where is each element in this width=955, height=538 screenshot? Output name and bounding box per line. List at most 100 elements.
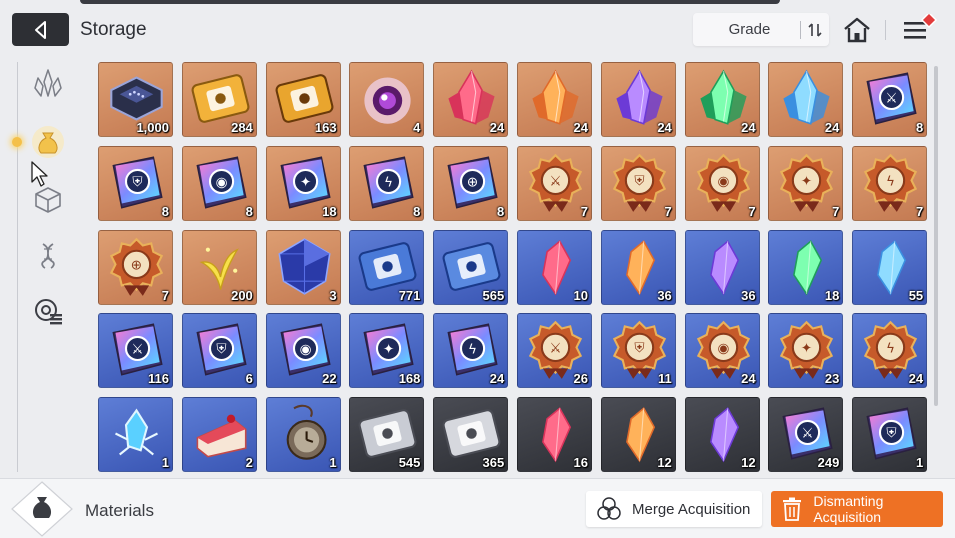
inventory-slot[interactable]: ϟ7 — [852, 145, 928, 221]
item-quantity: 8 — [413, 203, 421, 219]
svg-text:✦: ✦ — [801, 341, 812, 357]
item-quantity: 16 — [573, 455, 588, 471]
inventory-slot[interactable]: ϟ 24 — [433, 313, 509, 389]
inventory-slot[interactable]: ◉ 8 — [181, 145, 257, 221]
bolt-medal-icon: ϟ — [864, 153, 918, 212]
inventory-slot[interactable]: ✦ 18 — [265, 145, 341, 221]
grid-scrollbar[interactable] — [934, 66, 938, 406]
inventory-slot[interactable]: ⚔ 7 — [516, 145, 592, 221]
home-icon[interactable] — [842, 16, 872, 44]
inventory-slot[interactable]: 24 — [684, 62, 760, 137]
item-quantity: 168 — [398, 371, 421, 387]
inventory-slot[interactable]: 36 — [684, 229, 760, 305]
item-grid: 1,000 284 163 4 24 24 24 24 24 ⚔ 8 ⛨ 8 ◉ 8 ✦ 18 ϟ 8 ⊕ 8 ⚔ 7 ⛨ 7 ◉… — [98, 62, 928, 473]
inventory-slot[interactable]: 200 — [181, 229, 257, 305]
menu-icon[interactable] — [902, 11, 942, 44]
category-label: Materials — [85, 501, 154, 520]
inventory-slot[interactable]: 24 — [600, 62, 676, 137]
inventory-slot[interactable]: 24 — [516, 62, 592, 137]
inventory-slot[interactable]: ⚔ 116 — [98, 313, 173, 389]
inventory-slot[interactable]: 18 — [768, 229, 844, 305]
inventory-slot[interactable]: 24 — [433, 62, 509, 137]
sidebar-item-badge[interactable] — [30, 294, 66, 330]
inventory-slot[interactable]: 55 — [852, 229, 928, 305]
item-quantity: 1,000 — [136, 120, 169, 135]
inventory-slot[interactable]: ⚔ 249 — [768, 397, 844, 473]
item-quantity: 200 — [231, 287, 253, 303]
crystal-cluster-icon — [34, 69, 62, 97]
item-quantity: 23 — [824, 371, 840, 387]
target-book-icon: ⊕ — [447, 156, 498, 209]
inventory-slot[interactable]: 2 — [181, 397, 257, 473]
inventory-slot[interactable]: ⊕ 8 — [433, 145, 509, 221]
item-quantity: 24 — [741, 371, 756, 387]
inventory-slot[interactable]: 1,000 — [98, 62, 173, 137]
grade-sort-button[interactable]: Grade — [693, 13, 829, 46]
svg-text:⊕: ⊕ — [467, 174, 478, 190]
inventory-slot[interactable]: ⛨ 8 — [98, 145, 173, 221]
sort-order-icon[interactable] — [801, 22, 829, 38]
item-quantity: 8 — [496, 203, 505, 219]
active-indicator-dot — [12, 137, 22, 147]
blue-cube-gem-icon — [278, 237, 331, 295]
back-button[interactable] — [12, 13, 69, 46]
inventory-slot[interactable]: 365 — [433, 397, 509, 473]
sidebar-item-crystals[interactable] — [30, 66, 66, 102]
item-quantity: 7 — [664, 203, 672, 219]
eye-book-icon: ◉ — [196, 156, 247, 209]
item-quantity: 24 — [908, 371, 924, 387]
inventory-slot[interactable]: ⛨ 6 — [181, 313, 257, 389]
inventory-slot[interactable]: 12 — [600, 397, 676, 473]
item-quantity: 24 — [489, 120, 505, 135]
inventory-slot[interactable]: ◉ 22 — [265, 313, 341, 389]
inventory-slot[interactable]: 771 — [349, 229, 425, 305]
inventory-slot[interactable]: ◉ 24 — [684, 313, 760, 389]
item-quantity: 12 — [741, 455, 756, 471]
wing-medal-icon: ✦ — [780, 153, 834, 212]
pocket-watch-icon — [286, 404, 327, 460]
item-quantity: 55 — [908, 287, 924, 303]
eye-medal-icon: ◉ — [696, 153, 750, 212]
inventory-slot[interactable]: ⛨ 1 — [852, 397, 928, 473]
inventory-slot[interactable]: ⚔ 8 — [852, 62, 928, 137]
inventory-slot[interactable]: ϟ 24 — [852, 313, 928, 389]
inventory-slot[interactable]: 4 — [349, 62, 425, 137]
item-quantity: 12 — [657, 455, 672, 471]
inventory-slot[interactable]: 565 — [433, 229, 509, 305]
inventory-slot[interactable]: 1 — [265, 397, 341, 473]
inventory-slot[interactable]: 3 — [265, 229, 341, 305]
top-strip — [80, 0, 780, 4]
inventory-slot[interactable]: 163 — [265, 62, 341, 137]
inventory-slot[interactable]: ✦ 7 — [768, 145, 844, 221]
merge-acquisition-button[interactable]: Merge Acquisition — [586, 491, 762, 527]
sidebar-item-dna[interactable] — [30, 238, 66, 274]
inventory-slot[interactable]: 16 — [516, 397, 592, 473]
inventory-slot[interactable]: ⛨ 7 — [600, 145, 676, 221]
trash-icon — [771, 497, 813, 521]
svg-text:ϟ: ϟ — [886, 341, 895, 357]
item-quantity: 771 — [398, 287, 421, 303]
inventory-slot[interactable]: 284 — [181, 62, 257, 137]
item-quantity: 11 — [658, 371, 672, 387]
inventory-slot[interactable]: 36 — [600, 229, 676, 305]
inventory-slot[interactable]: 10 — [516, 229, 592, 305]
inventory-slot[interactable]: ϟ8 — [349, 145, 425, 221]
inventory-slot[interactable]: 1 — [98, 397, 173, 473]
inventory-slot[interactable]: ⚔ 26 — [516, 313, 592, 389]
inventory-slot[interactable]: ⊕ 7 — [98, 229, 173, 305]
svg-text:◉: ◉ — [215, 174, 227, 190]
inventory-slot[interactable]: 24 — [768, 62, 844, 137]
inventory-slot[interactable]: ◉ 7 — [684, 145, 760, 221]
svg-text:⚔: ⚔ — [802, 426, 814, 442]
inventory-slot[interactable]: ⛨ 11 — [600, 313, 676, 389]
item-quantity: 8 — [245, 203, 253, 219]
inventory-slot[interactable]: 12 — [684, 397, 760, 473]
item-quantity: 36 — [657, 287, 672, 303]
sidebar-item-materials[interactable] — [30, 124, 66, 160]
inventory-slot[interactable]: ✦ 23 — [768, 313, 844, 389]
inventory-slot[interactable]: 545 — [349, 397, 425, 473]
grade-label: Grade — [728, 21, 771, 38]
inventory-slot[interactable]: ✦ 168 — [349, 313, 425, 389]
svg-text:◉: ◉ — [717, 173, 729, 189]
dismantle-acquisition-button[interactable]: Dismanting Acquisition — [771, 491, 943, 527]
